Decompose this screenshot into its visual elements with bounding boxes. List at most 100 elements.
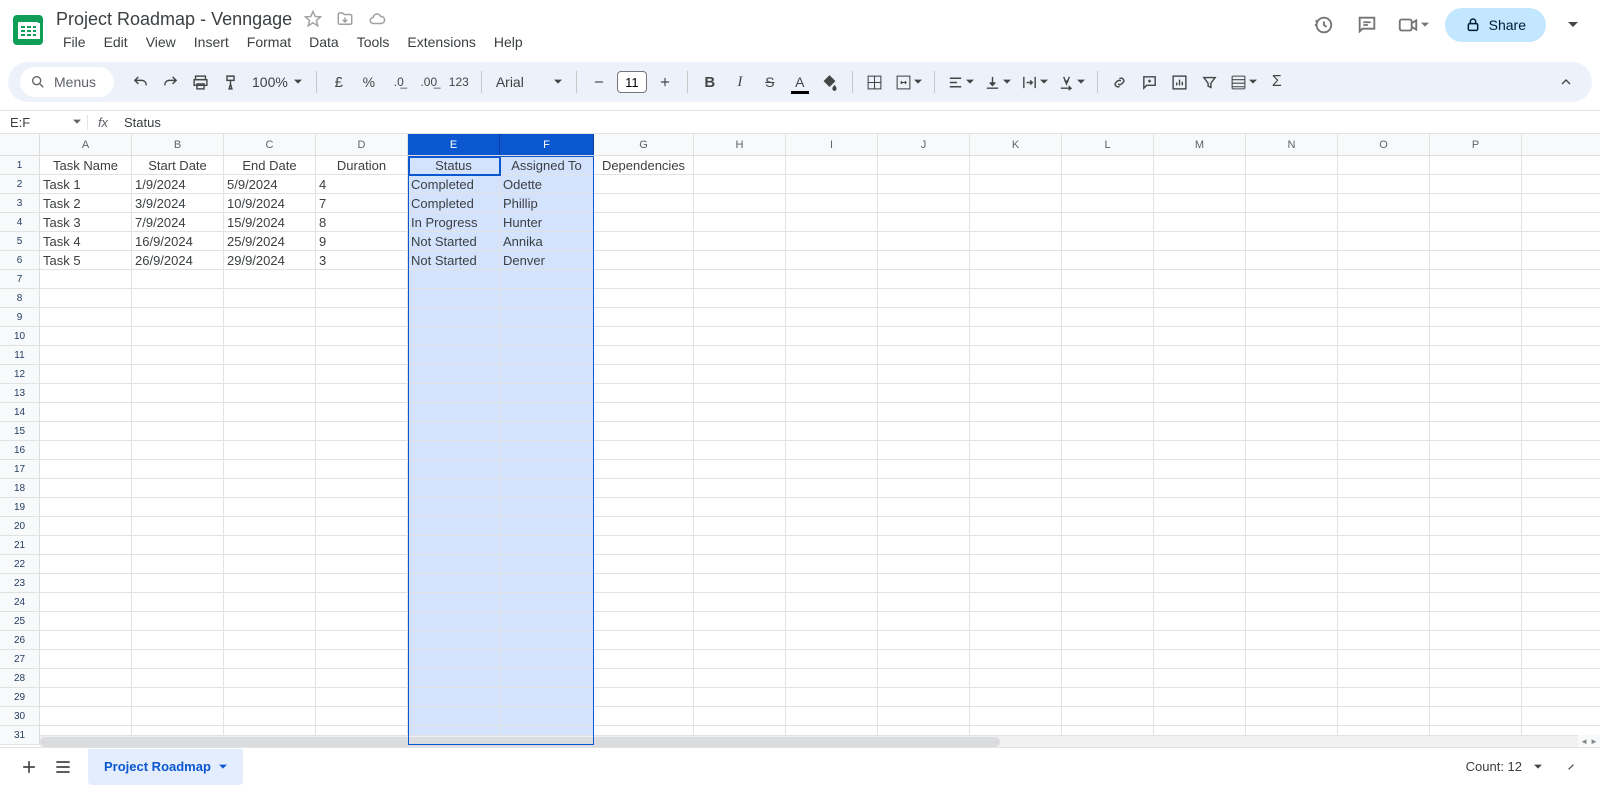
cell[interactable] (1062, 251, 1154, 269)
row-header-24[interactable]: 24 (0, 593, 39, 612)
cell[interactable] (40, 517, 132, 535)
cell[interactable] (408, 536, 500, 554)
cell[interactable] (1338, 251, 1430, 269)
add-sheet-button[interactable] (12, 750, 46, 784)
cell[interactable] (878, 460, 970, 478)
cell[interactable] (1246, 650, 1338, 668)
cell[interactable] (594, 593, 694, 611)
cell[interactable] (1062, 346, 1154, 364)
cell[interactable] (1430, 593, 1522, 611)
cell[interactable]: Odette (500, 175, 594, 193)
cell[interactable] (408, 593, 500, 611)
cell[interactable] (500, 631, 594, 649)
cell[interactable] (408, 479, 500, 497)
cell[interactable] (1154, 175, 1246, 193)
borders-button[interactable] (861, 68, 889, 96)
row-header-6[interactable]: 6 (0, 251, 39, 270)
cell[interactable] (1430, 422, 1522, 440)
cell[interactable] (878, 612, 970, 630)
cell[interactable] (500, 289, 594, 307)
cell[interactable] (878, 232, 970, 250)
more-formats-button[interactable]: 123 (445, 68, 473, 96)
sheet-tab-active[interactable]: Project Roadmap (88, 749, 243, 785)
column-header-C[interactable]: C (224, 134, 316, 155)
cell[interactable] (40, 289, 132, 307)
cell[interactable] (316, 669, 408, 687)
cell[interactable] (1338, 612, 1430, 630)
cell[interactable] (316, 536, 408, 554)
cell[interactable] (1246, 555, 1338, 573)
cell[interactable] (970, 175, 1062, 193)
menu-help[interactable]: Help (487, 32, 530, 52)
cell[interactable] (1338, 175, 1430, 193)
cell[interactable] (500, 346, 594, 364)
cell[interactable] (786, 289, 878, 307)
cell[interactable] (594, 479, 694, 497)
cell[interactable] (878, 688, 970, 706)
percent-button[interactable]: % (355, 68, 383, 96)
decrease-decimal-button[interactable]: .0̲ (385, 68, 413, 96)
cell[interactable] (970, 384, 1062, 402)
cell[interactable] (224, 289, 316, 307)
cell[interactable]: Status (408, 156, 500, 174)
cell[interactable] (1154, 707, 1246, 725)
cell[interactable] (316, 574, 408, 592)
cell[interactable] (970, 631, 1062, 649)
cell[interactable] (224, 270, 316, 288)
cell[interactable] (594, 194, 694, 212)
cell[interactable] (970, 574, 1062, 592)
cell[interactable] (1246, 251, 1338, 269)
cell[interactable] (878, 270, 970, 288)
cell[interactable] (500, 422, 594, 440)
cell[interactable] (224, 384, 316, 402)
cell[interactable] (594, 422, 694, 440)
cell[interactable] (224, 593, 316, 611)
cell[interactable] (132, 308, 224, 326)
cell[interactable] (878, 289, 970, 307)
cell[interactable] (40, 707, 132, 725)
row-header-30[interactable]: 30 (0, 707, 39, 726)
spreadsheet-grid[interactable]: ABCDEFGHIJKLMNOP 12345678910111213141516… (0, 134, 1600, 747)
cell[interactable] (1154, 688, 1246, 706)
cell[interactable] (694, 574, 786, 592)
cell[interactable] (786, 251, 878, 269)
cell[interactable] (1062, 403, 1154, 421)
cell[interactable] (970, 308, 1062, 326)
cell[interactable] (970, 346, 1062, 364)
cell[interactable] (786, 346, 878, 364)
cell[interactable] (878, 555, 970, 573)
cell[interactable] (694, 631, 786, 649)
cell[interactable] (1338, 650, 1430, 668)
row-header-2[interactable]: 2 (0, 175, 39, 194)
cell[interactable] (408, 384, 500, 402)
cell[interactable] (1338, 536, 1430, 554)
cell[interactable] (970, 213, 1062, 231)
column-header-E[interactable]: E (408, 134, 500, 155)
cell[interactable] (878, 251, 970, 269)
cell[interactable] (594, 555, 694, 573)
cell[interactable] (1246, 213, 1338, 231)
cell[interactable] (316, 289, 408, 307)
cell[interactable] (786, 574, 878, 592)
cell[interactable] (316, 327, 408, 345)
cell[interactable] (316, 498, 408, 516)
cell[interactable] (694, 536, 786, 554)
cell[interactable] (970, 441, 1062, 459)
strikethrough-button[interactable]: S (756, 68, 784, 96)
cell[interactable] (408, 498, 500, 516)
cell[interactable] (1154, 270, 1246, 288)
menu-edit[interactable]: Edit (97, 32, 135, 52)
cell[interactable] (878, 441, 970, 459)
cell[interactable] (40, 479, 132, 497)
cell[interactable] (1062, 593, 1154, 611)
cell[interactable] (694, 479, 786, 497)
cell[interactable] (1154, 156, 1246, 174)
cell[interactable] (878, 365, 970, 383)
column-header-P[interactable]: P (1430, 134, 1522, 155)
cell[interactable] (594, 460, 694, 478)
cell[interactable]: Hunter (500, 213, 594, 231)
cell[interactable]: 7/9/2024 (132, 213, 224, 231)
cell[interactable] (878, 156, 970, 174)
cell[interactable]: Task Name (40, 156, 132, 174)
cell[interactable] (1430, 365, 1522, 383)
